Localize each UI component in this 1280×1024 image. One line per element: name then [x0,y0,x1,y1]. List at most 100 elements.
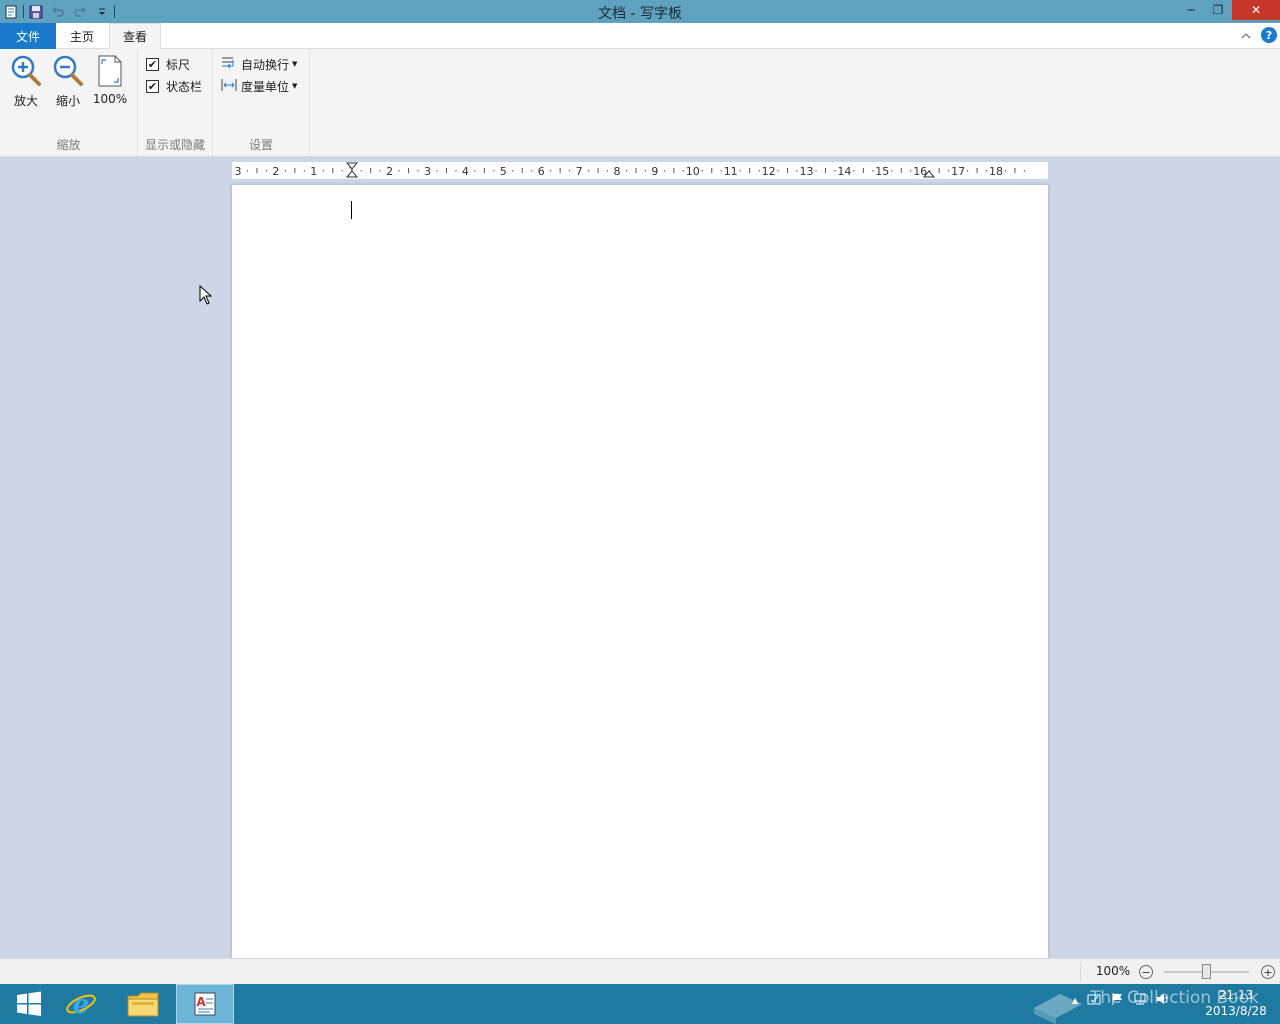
wordpad-icon: A [194,992,216,1016]
flag-icon[interactable] [1110,992,1124,1009]
ruler-tick [512,170,514,172]
zoom-out-label: 缩小 [55,94,80,108]
document-page[interactable] [232,185,1048,958]
text-caret [351,201,352,219]
ribbon-tab-row: 文件 主页 查看 ? [0,23,1280,50]
measure-units-icon [221,78,237,95]
ruler-tick [256,168,258,173]
ruler-tick [625,170,627,172]
help-icon[interactable]: ? [1261,27,1277,43]
ruler-checkbox[interactable]: ✔ 标尺 [146,55,190,73]
title-bar: 文档 - 写字板 ─ ❐ ✕ [0,0,1280,23]
start-button[interactable] [0,984,58,1024]
measure-units-button[interactable]: 度量单位 ▼ [221,77,297,95]
ruler-tick [673,168,675,173]
ruler-tick-label: 10 [686,165,700,178]
show-hide-group-label: 显示或隐藏 [144,138,205,152]
ruler-tick-label: 13 [800,165,814,178]
ruler-tick-label: 2 [386,165,393,178]
chevron-down-icon: ▼ [292,60,298,68]
ruler-tick [398,170,400,172]
ruler-tick [948,170,950,172]
maximize-button[interactable]: ❐ [1204,0,1232,20]
zoom-in-icon [10,54,42,88]
ruler-tick [531,170,533,172]
svg-text:A: A [196,995,206,1009]
ruler-checkbox-label: 标尺 [166,57,191,72]
ruler-tick-label: 4 [462,165,469,178]
ruler-tick [711,168,713,173]
network-icon[interactable] [1133,992,1147,1009]
ruler-tick [322,170,324,172]
word-wrap-button[interactable]: 自动换行 ▼ [221,55,297,73]
ruler-tick [246,170,248,172]
ruler-tick-label: 3 [424,165,431,178]
clock-date: 2013/8/28 [1205,1004,1267,1018]
ruler-tick [872,170,874,172]
zoom-out-small-button[interactable]: − [1139,965,1153,979]
internet-explorer-icon: e [66,990,96,1020]
windows-logo-icon [17,991,41,1016]
tray-expand-icon[interactable]: ▲ [1072,996,1078,1005]
ruler-tick [379,170,381,172]
taskbar-clock[interactable]: 21:13 2013/8/28 [1196,987,1276,1019]
volume-icon[interactable] [1156,992,1170,1009]
ruler[interactable]: 321123456789101112131415161718 [232,162,1048,179]
zoom-slider-thumb[interactable] [1202,964,1211,979]
taskbar-file-explorer[interactable] [114,984,172,1024]
measure-units-label: 度量单位 [241,79,290,94]
ruler-tick [701,170,703,172]
close-button[interactable]: ✕ [1232,0,1280,20]
window-title: 文档 - 写字板 [598,6,682,22]
zoom-100-button[interactable]: 100% [90,54,130,110]
ruler-tick [445,168,447,173]
ruler-tick-label: 8 [614,165,621,178]
zoom-group: 放大 缩小 100% 缩放 [0,49,138,156]
page-100-icon [94,54,126,88]
tab-view[interactable]: 查看 [109,23,161,50]
ruler-tick-label: 2 [272,165,279,178]
ribbon: 放大 缩小 100% 缩放 ✔ 标尺 ✔ 状态栏 显示或隐藏 自动换行 ▼ 度量… [0,49,1280,157]
tab-home[interactable]: 主页 [56,23,108,49]
zoom-out-button[interactable]: 缩小 [48,54,88,110]
ruler-tick [597,168,599,173]
ruler-check-icon: ✔ [146,57,159,71]
ruler-tick [332,168,334,173]
action-center-icon[interactable] [1087,992,1101,1009]
collapse-ribbon-icon[interactable] [1238,28,1254,44]
ruler-tick [758,170,760,172]
ruler-tick [436,170,438,172]
ruler-tick [834,170,836,172]
ruler-tick-label: 9 [651,165,658,178]
zoom-100-label: 100% [92,92,128,106]
taskbar-internet-explorer[interactable]: e [52,984,110,1024]
ruler-tick [303,170,305,172]
ruler-tick-label: 15 [875,165,889,178]
zoom-percentage: 100% [1095,964,1131,978]
statusbar-checkbox[interactable]: ✔ 状态栏 [146,77,202,95]
taskbar-wordpad[interactable]: A [176,984,234,1024]
zoom-in-button[interactable]: 放大 [6,54,46,110]
ruler-tick [891,170,893,172]
ruler-tick-label: 18 [989,165,1003,178]
zoom-group-label: 缩放 [56,138,81,152]
ruler-tick [986,170,988,172]
mouse-pointer-icon [199,284,213,308]
ruler-tick [787,168,789,173]
ruler-tick [739,170,741,172]
ruler-tick [550,170,552,172]
ruler-tick [635,168,637,173]
ruler-tick-label: 11 [724,165,738,178]
ruler-tick [370,168,372,173]
taskbar: e A The Collection Book ▲ 21:13 2013/8/2… [0,984,1280,1024]
ruler-tick [408,168,410,173]
ruler-tick [341,170,343,172]
tab-file[interactable]: 文件 [0,23,56,49]
zoom-in-small-button[interactable]: + [1261,965,1275,979]
ruler-tick [862,168,864,173]
ruler-tick-label: 5 [500,165,507,178]
zoom-in-label: 放大 [13,94,38,108]
ruler-tick [607,170,609,172]
ruler-tick [588,170,590,172]
minimize-button[interactable]: ─ [1176,0,1206,20]
